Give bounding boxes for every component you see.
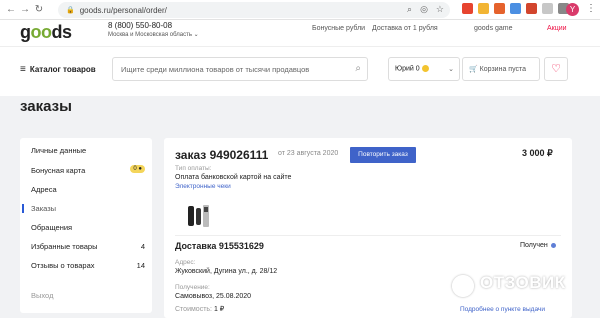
sidebar-item-orders[interactable]: Заказы: [22, 204, 145, 213]
repeat-order-button[interactable]: Повторить заказ: [350, 147, 416, 163]
extension-icon[interactable]: [526, 3, 537, 14]
menu-icon: ≡: [20, 64, 26, 75]
region-select[interactable]: Москва и Московская область ⌄: [108, 31, 199, 38]
phone-number[interactable]: 8 (800) 550-80-08: [108, 21, 172, 30]
more-icon[interactable]: ⋮: [586, 3, 596, 14]
page-title: заказы: [20, 98, 72, 115]
sidebar-item-personal[interactable]: Личные данные: [31, 146, 145, 155]
delivery-link[interactable]: Доставка от 1 рубля: [372, 25, 438, 32]
pay-type: Оплата банковской картой на сайте: [175, 174, 292, 181]
search-icon[interactable]: ⌕: [355, 63, 361, 74]
active-indicator: [22, 204, 24, 213]
extension-icon[interactable]: [510, 3, 521, 14]
divider: [175, 235, 561, 236]
pay-type-label: Тип оплаты:: [175, 165, 212, 172]
profile-avatar[interactable]: Y: [566, 3, 579, 16]
sidebar-item-reviews[interactable]: Отзывы о товарах 14: [31, 261, 145, 270]
catalog-button[interactable]: ≡ Каталог товаров: [20, 64, 96, 75]
sidebar-item-logout[interactable]: Выход: [31, 291, 145, 300]
hide-icon[interactable]: ◎: [420, 4, 428, 15]
delivery-number: Доставка 915531629: [175, 241, 264, 251]
cost-line: Стоимость: 1 ₽: [175, 306, 225, 313]
extension-icon[interactable]: [494, 3, 505, 14]
received-label: Получение:: [175, 284, 210, 291]
coin-icon: [421, 65, 429, 72]
received-value: Самовывоз, 25.08.2020: [175, 293, 252, 300]
back-icon[interactable]: ←: [4, 4, 18, 15]
pickup-details-link[interactable]: Подробнее о пункте выдачи: [460, 306, 545, 313]
extension-icon[interactable]: [462, 3, 473, 14]
address-label: Адрес:: [175, 259, 196, 266]
extensions: [462, 3, 569, 14]
lock-icon: 🔒: [66, 7, 75, 14]
zoom-icon[interactable]: ⌕: [407, 4, 412, 15]
order-date: от 23 августа 2020: [278, 150, 339, 157]
goods-game-link[interactable]: goods game: [474, 25, 513, 32]
user-menu[interactable]: Юрий 0 ⌄: [388, 57, 460, 81]
address-bar[interactable]: 🔒 goods.ru/personal/order/ ⌕ ◎ ☆: [58, 2, 450, 18]
star-icon[interactable]: ☆: [436, 4, 444, 15]
e-checks-link[interactable]: Электронные чеки: [175, 183, 231, 190]
sidebar-item-favorites[interactable]: Избранные товары 4: [31, 242, 145, 251]
reload-icon[interactable]: ↻: [32, 4, 46, 15]
order-number: заказ 949026111: [175, 148, 269, 162]
sidebar-item-bonus-card[interactable]: Бонусная карта 0 ●: [31, 165, 145, 175]
sidebar-item-addresses[interactable]: Адреса: [31, 185, 145, 194]
status-dot-icon: [550, 242, 556, 248]
product-thumbnail[interactable]: [185, 203, 211, 229]
promo-link[interactable]: Акции: [547, 25, 567, 32]
cart-button[interactable]: 🛒 Корзина пуста: [462, 57, 540, 81]
watermark: ОТЗОВИК: [480, 273, 566, 292]
delivery-status: Получен: [520, 242, 556, 249]
cart-icon: 🛒: [469, 66, 478, 73]
extension-icon[interactable]: [478, 3, 489, 14]
bonus-badge: 0 ●: [130, 165, 145, 173]
search-input[interactable]: Ищите среди миллиона товаров от тысячи п…: [112, 57, 368, 81]
chevron-down-icon: ⌄: [448, 66, 454, 73]
goods-logo[interactable]: goods: [20, 22, 72, 43]
bonus-link[interactable]: Бонусные рубли: [312, 25, 365, 32]
order-sum: 3 000 ₽: [522, 148, 553, 158]
forward-icon[interactable]: →: [18, 4, 32, 15]
favorites-heart-icon[interactable]: ♡: [544, 57, 568, 81]
sidebar-item-requests[interactable]: Обращения: [31, 223, 145, 232]
address-value: Жуковский, Дугина ул., д. 28/12: [175, 268, 278, 275]
browser-toolbar: ← → ↻ 🔒 goods.ru/personal/order/ ⌕ ◎ ☆ Y ⋮: [0, 0, 600, 20]
site-header: [0, 20, 600, 46]
extension-icon[interactable]: [542, 3, 553, 14]
url-text: goods.ru/personal/order/: [79, 5, 167, 15]
